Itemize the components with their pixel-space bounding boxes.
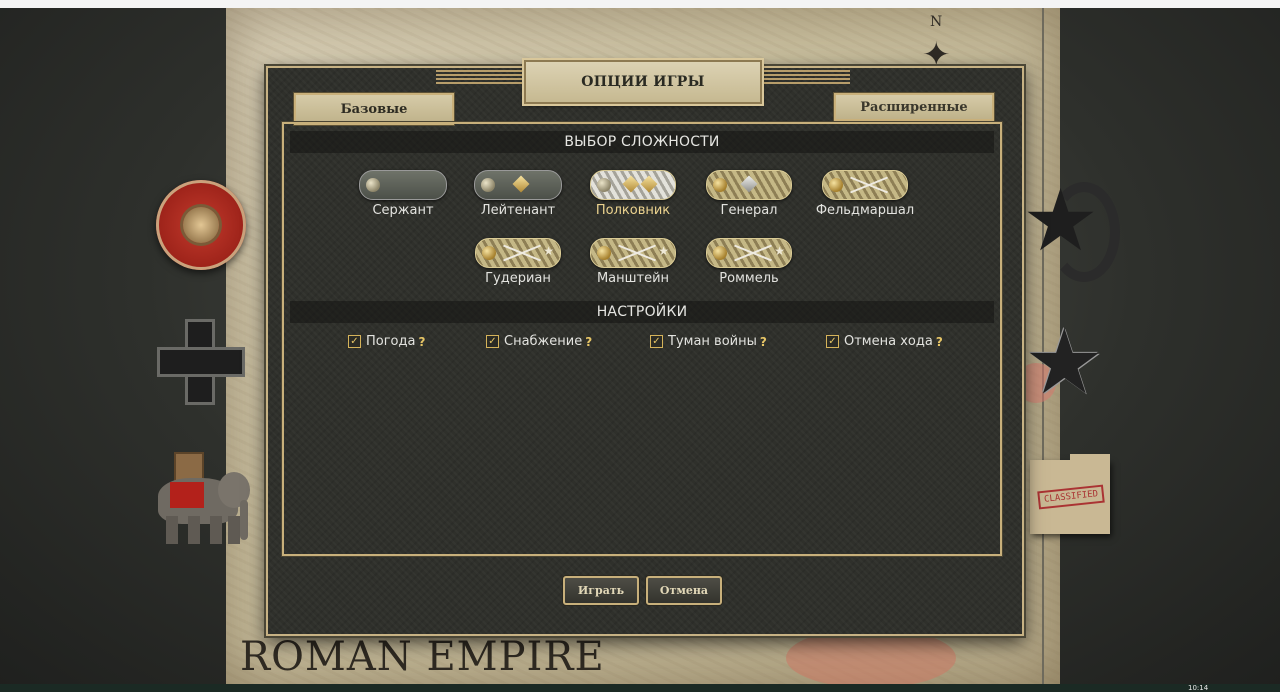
strap-button — [481, 178, 495, 192]
top-strip — [0, 0, 1280, 8]
silver-braid-two-pip-icon — [590, 170, 676, 200]
braid-one-pip-icon — [706, 170, 792, 200]
setting-label: Отмена хода — [844, 334, 933, 349]
map-territory — [786, 628, 956, 688]
crossed-batons-icon — [849, 175, 889, 195]
elephant-trunk — [240, 500, 248, 540]
rank-sergeant[interactable]: Сержант — [348, 170, 458, 218]
setting-undo-move[interactable]: ✓ Отмена хода ? — [826, 334, 943, 349]
setting-weather[interactable]: ✓ Погода ? — [348, 334, 425, 349]
rank-label: Генерал — [720, 203, 778, 218]
elephant-leg — [188, 516, 200, 544]
setting-supply[interactable]: ✓ Снабжение ? — [486, 334, 592, 349]
star-icon: ★ — [658, 244, 669, 258]
dialog-title: ОПЦИИ ИГРЫ — [524, 60, 762, 104]
pip-icon — [622, 175, 640, 193]
plain-strap-one-pip-icon — [474, 170, 562, 200]
compass-letter: N — [930, 14, 943, 30]
shield-boss — [183, 207, 219, 243]
rank-label: Сержант — [372, 203, 434, 218]
difficulty-header: ВЫБОР СЛОЖНОСТИ — [290, 131, 994, 153]
setting-label: Снабжение — [504, 334, 583, 349]
checkbox-checked[interactable]: ✓ — [826, 335, 839, 348]
braid-crossed-batons-icon — [822, 170, 908, 200]
strap-button — [366, 178, 380, 192]
crossed-batons-icon — [617, 243, 657, 263]
rank-label-selected: Полковник — [595, 203, 671, 218]
star-icon: ★ — [774, 244, 785, 258]
elephant-leg — [166, 516, 178, 544]
tab-advanced[interactable]: Расширенные — [834, 93, 994, 121]
rank-field-marshal[interactable]: Фельдмаршал — [810, 170, 920, 218]
strap-button — [713, 178, 727, 192]
help-icon[interactable]: ? — [760, 335, 767, 349]
strap-button — [713, 246, 727, 260]
rank-general[interactable]: Генерал — [694, 170, 804, 218]
rank-colonel[interactable]: Полковник — [578, 170, 688, 218]
checkbox-checked[interactable]: ✓ — [486, 335, 499, 348]
elephant-blanket — [170, 482, 204, 508]
checkbox-checked[interactable]: ✓ — [348, 335, 361, 348]
title-wing-right — [758, 70, 850, 84]
rank-lieutenant[interactable]: Лейтенант — [463, 170, 573, 218]
iron-cross-icon[interactable] — [160, 322, 242, 402]
rank-guderian[interactable]: ★ Гудериан — [463, 238, 573, 286]
rank-manstein[interactable]: ★ Манштейн — [578, 238, 688, 286]
classified-stamp: CLASSIFIED — [1037, 484, 1105, 510]
strap-button — [597, 178, 611, 192]
rank-label: Гудериан — [485, 271, 551, 286]
rank-label: Роммель — [719, 271, 779, 286]
pip-icon — [740, 175, 758, 193]
strap-button — [482, 246, 496, 260]
classified-folder-icon[interactable]: CLASSIFIED — [1030, 454, 1110, 534]
title-wing-left — [436, 70, 528, 84]
us-star-icon[interactable]: ★ — [1024, 318, 1105, 408]
braid-batons-star-icon: ★ — [475, 238, 561, 268]
setting-label: Погода — [366, 334, 416, 349]
taskbar — [0, 684, 1280, 692]
setting-fog-of-war[interactable]: ✓ Туман войны ? — [650, 334, 767, 349]
folder-tab — [1070, 454, 1110, 462]
braid-batons-star-icon: ★ — [706, 238, 792, 268]
map-title: ROMAN EMPIRE — [240, 634, 605, 680]
help-icon[interactable]: ? — [585, 335, 592, 349]
rank-label: Фельдмаршал — [815, 203, 915, 218]
settings-header: НАСТРОЙКИ — [290, 301, 994, 323]
braid-batons-star-icon: ★ — [590, 238, 676, 268]
plain-strap-icon — [359, 170, 447, 200]
soviet-star-icon[interactable]: ★ — [1022, 178, 1099, 264]
help-icon[interactable]: ? — [418, 335, 425, 349]
roman-shield-icon[interactable] — [156, 180, 246, 270]
play-button[interactable]: Играть — [563, 576, 639, 605]
pip-icon — [640, 175, 658, 193]
tab-basic[interactable]: Базовые — [294, 93, 454, 125]
star-icon: ★ — [543, 244, 554, 258]
setting-label: Туман войны — [668, 334, 757, 349]
cross-bar — [160, 350, 242, 374]
checkbox-checked[interactable]: ✓ — [650, 335, 663, 348]
crossed-batons-icon — [733, 243, 773, 263]
crossed-batons-icon — [502, 243, 542, 263]
taskbar-clock: 10:14 — [1188, 684, 1209, 692]
cancel-button[interactable]: Отмена — [646, 576, 722, 605]
pip-icon — [512, 175, 530, 193]
help-icon[interactable]: ? — [936, 335, 943, 349]
rank-label: Лейтенант — [480, 203, 556, 218]
rank-label: Манштейн — [596, 271, 670, 286]
strap-button — [829, 178, 843, 192]
elephant-leg — [228, 516, 240, 544]
war-elephant-icon[interactable] — [148, 452, 252, 546]
elephant-leg — [210, 516, 222, 544]
rank-rommel[interactable]: ★ Роммель — [694, 238, 804, 286]
strap-button — [597, 246, 611, 260]
